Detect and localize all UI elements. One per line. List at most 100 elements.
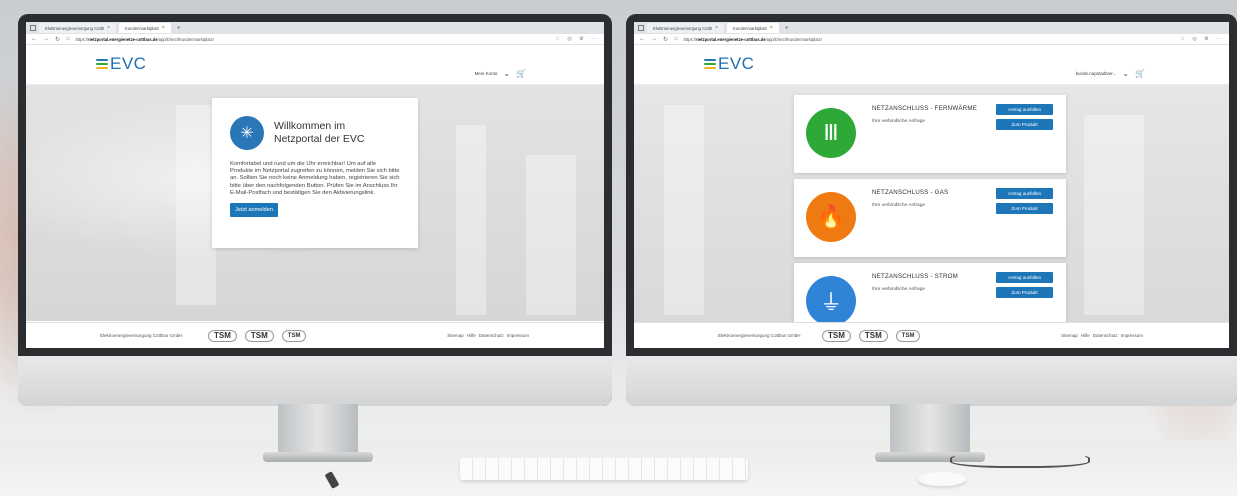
footer-links: Sitemap Hilfe Datenschutz Impressum xyxy=(447,333,529,338)
product-subtitle: Ihre verbindliche Anfrage xyxy=(872,287,926,292)
glasses xyxy=(950,452,1090,468)
tsm-logo: TSM xyxy=(822,329,851,342)
footer-link-hilfe[interactable]: Hilfe xyxy=(467,333,476,338)
cart-icon[interactable]: 🛒 xyxy=(1135,69,1145,78)
footer-link-sitemap[interactable]: Sitemap xyxy=(1061,333,1078,338)
monitor-chin xyxy=(18,356,612,406)
footer-link-impressum[interactable]: Impressum xyxy=(507,333,529,338)
site-header: EVC Mein Konto ⌄ 🛒 xyxy=(26,45,604,85)
product-list: Ⅲ NETZANSCHLUSS - FERNWÄRME Ihre verbind… xyxy=(634,85,1229,322)
tsm-logo: TSM xyxy=(281,329,307,342)
background-building xyxy=(456,125,486,315)
url-field[interactable]: https://netzportal.energienetze-cottbus.… xyxy=(684,37,1175,42)
footer-link-datenschutz[interactable]: Datenschutz xyxy=(1093,333,1118,338)
chevron-down-icon[interactable]: ⌄ xyxy=(1122,69,1129,78)
reload-icon[interactable]: ↻ xyxy=(55,36,60,43)
footer-link-datenschutz[interactable]: Datenschutz xyxy=(479,333,504,338)
window-control-icon[interactable] xyxy=(638,25,644,31)
product-button[interactable]: Zum Produkt xyxy=(996,119,1053,130)
site-footer: Elektroenergieversorgung Cottbus GmbH TS… xyxy=(634,322,1229,348)
browser-tab-active[interactable]: Kundenmarktplatz × xyxy=(727,23,779,33)
tsm-logo: TSM xyxy=(244,329,274,342)
background-building xyxy=(1084,115,1144,315)
right-monitor: Elektroenergieversorgung Cottb × Kundenm… xyxy=(626,14,1237,406)
reload-icon[interactable]: ↻ xyxy=(663,36,668,43)
site-header: EVC kunde.napstadtver... ⌄ 🛒 xyxy=(634,45,1229,85)
apply-button[interactable]: Antrag ausfüllen xyxy=(996,104,1053,115)
back-icon[interactable]: ← xyxy=(31,36,37,42)
forward-icon[interactable]: → xyxy=(651,36,657,42)
monitor-stand xyxy=(890,404,970,458)
close-icon[interactable]: × xyxy=(770,25,773,31)
product-button[interactable]: Zum Produkt xyxy=(996,287,1053,298)
chevron-down-icon[interactable]: ⌄ xyxy=(503,69,510,78)
flame-icon: 🔥 xyxy=(806,192,856,242)
login-button[interactable]: Jetzt anmelden xyxy=(230,203,278,218)
footer-link-impressum[interactable]: Impressum xyxy=(1121,333,1143,338)
close-icon[interactable]: × xyxy=(715,25,718,31)
browser-toolbar-icons[interactable]: ☆ ◎ ⚙ ⋯ xyxy=(556,36,600,42)
browser-tab-strip: Elektroenergieversorgung Cottb × Kundenm… xyxy=(26,22,604,34)
browser-tab[interactable]: Elektroenergieversorgung Cottb × xyxy=(39,23,117,33)
footer-logos: TSM TSM TSM xyxy=(208,329,307,342)
address-bar: ← → ↻ ⌂ https://netzportal.energienetze-… xyxy=(26,34,604,45)
tsm-logo: TSM xyxy=(895,329,921,342)
forward-icon[interactable]: → xyxy=(43,36,49,42)
window-control-icon[interactable] xyxy=(30,25,36,31)
tab-label: Elektroenergieversorgung Cottb xyxy=(653,25,713,31)
new-tab-icon[interactable]: + xyxy=(174,25,184,32)
monitor-stand-base xyxy=(263,452,373,462)
address-bar: ← → ↻ ⌂ https://netzportal.energienetze-… xyxy=(634,34,1229,45)
logo-text: EVC xyxy=(110,54,147,73)
logo-lines-icon xyxy=(704,59,716,69)
background-building xyxy=(176,105,216,305)
mouse xyxy=(918,472,966,486)
browser-tab[interactable]: Elektroenergieversorgung Cottb × xyxy=(647,23,725,33)
tab-label: Kundenmarktplatz xyxy=(125,25,159,31)
product-subtitle: Ihre verbindliche Anfrage xyxy=(872,203,926,208)
left-screen: Elektroenergieversorgung Cottb × Kundenm… xyxy=(26,22,604,348)
account-menu[interactable]: Mein Konto xyxy=(475,71,498,76)
right-screen: Elektroenergieversorgung Cottb × Kundenm… xyxy=(634,22,1229,348)
evc-logo[interactable]: EVC xyxy=(96,54,146,74)
product-subtitle: Ihre verbindliche Anfrage xyxy=(872,119,926,124)
home-icon[interactable]: ⌂ xyxy=(674,36,678,42)
product-button[interactable]: Zum Produkt xyxy=(996,203,1053,214)
evc-logo[interactable]: EVC xyxy=(704,54,754,74)
new-tab-icon[interactable]: + xyxy=(782,25,792,32)
footer-links: Sitemap Hilfe Datenschutz Impressum xyxy=(1061,333,1143,338)
browser-tab-active[interactable]: Kundenmarktplatz × xyxy=(119,23,171,33)
cart-icon[interactable]: 🛒 xyxy=(516,69,526,78)
url-field[interactable]: https://netzportal.energienetze-cottbus.… xyxy=(76,37,550,42)
product-card-fernwaerme: Ⅲ NETZANSCHLUSS - FERNWÄRME Ihre verbind… xyxy=(794,95,1066,173)
home-icon[interactable]: ⌂ xyxy=(66,36,70,42)
tsm-logo: TSM xyxy=(208,329,237,342)
logo-lines-icon xyxy=(96,59,108,69)
browser-tab-strip: Elektroenergieversorgung Cottb × Kundenm… xyxy=(634,22,1229,34)
footer-logos: TSM TSM TSM xyxy=(822,329,921,342)
logo-text: EVC xyxy=(718,54,755,73)
product-title: NETZANSCHLUSS - GAS xyxy=(872,189,949,196)
apply-button[interactable]: Antrag ausfüllen xyxy=(996,188,1053,199)
product-title: NETZANSCHLUSS - FERNWÄRME xyxy=(872,105,978,112)
close-icon[interactable]: × xyxy=(107,25,110,31)
background-building xyxy=(526,155,576,315)
header-account-area: Mein Konto ⌄ 🛒 xyxy=(475,69,526,78)
back-icon[interactable]: ← xyxy=(639,36,645,42)
header-account-area: kunde.napstadtver... ⌄ 🛒 xyxy=(1076,69,1145,78)
footer-company: Elektroenergieversorgung Cottbus GmbH xyxy=(718,333,801,338)
close-icon[interactable]: × xyxy=(162,25,165,31)
product-title: NETZANSCHLUSS - STROM xyxy=(872,273,959,280)
account-menu[interactable]: kunde.napstadtver... xyxy=(1076,71,1117,76)
footer-link-hilfe[interactable]: Hilfe xyxy=(1081,333,1090,338)
tab-label: Elektroenergieversorgung Cottb xyxy=(45,25,105,31)
left-monitor: Elektroenergieversorgung Cottb × Kundenm… xyxy=(18,14,612,406)
plug-icon: ⏚ xyxy=(806,276,856,322)
welcome-title: Willkommen im Netzportal der EVC xyxy=(274,120,365,145)
product-card-strom: ⏚ NETZANSCHLUSS - STROM Ihre verbindlich… xyxy=(794,263,1066,322)
welcome-text: Komfortabel und rund um die Uhr erreichb… xyxy=(230,161,400,196)
footer-link-sitemap[interactable]: Sitemap xyxy=(447,333,464,338)
apply-button[interactable]: Antrag ausfüllen xyxy=(996,272,1053,283)
browser-toolbar-icons[interactable]: ☆ ◎ ⚙ ⋯ xyxy=(1181,36,1225,42)
keyboard xyxy=(460,458,748,480)
